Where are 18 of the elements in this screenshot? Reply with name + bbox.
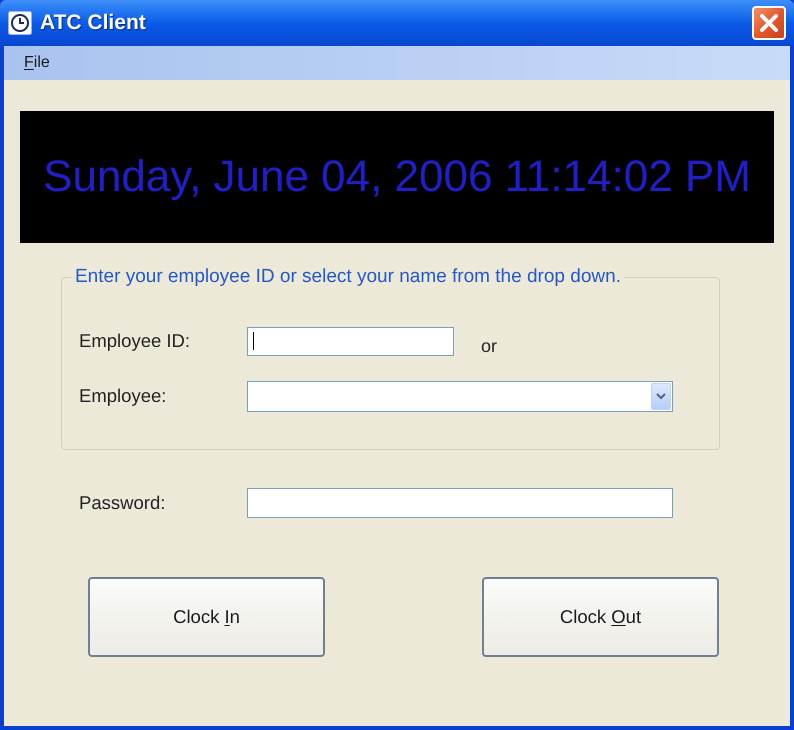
employee-id-field[interactable] <box>247 326 454 356</box>
clock-button[interactable]: Clock Out <box>482 577 719 657</box>
group-legend: Enter your employee ID or select your name from the drop down. <box>72 263 624 292</box>
close-icon <box>759 13 779 33</box>
password-label: Password: <box>79 491 166 516</box>
password-field[interactable] <box>247 488 673 518</box>
employee-dropdown[interactable] <box>247 380 673 412</box>
menu-item[interactable]: File <box>21 51 53 75</box>
or-text: or <box>481 334 498 358</box>
chevron-down-icon <box>656 392 666 400</box>
close-button[interactable] <box>752 6 786 40</box>
field-label: Employee: <box>79 384 168 408</box>
dropdown-button[interactable] <box>651 382 671 410</box>
window-title: ATC Client <box>40 10 146 36</box>
clock-button[interactable]: Clock In <box>88 577 325 657</box>
clock-display: Sunday, June 04, 2006 11:14:02 PM <box>20 111 774 243</box>
clock-icon <box>8 11 32 35</box>
field-label: Employee ID: <box>79 329 192 354</box>
